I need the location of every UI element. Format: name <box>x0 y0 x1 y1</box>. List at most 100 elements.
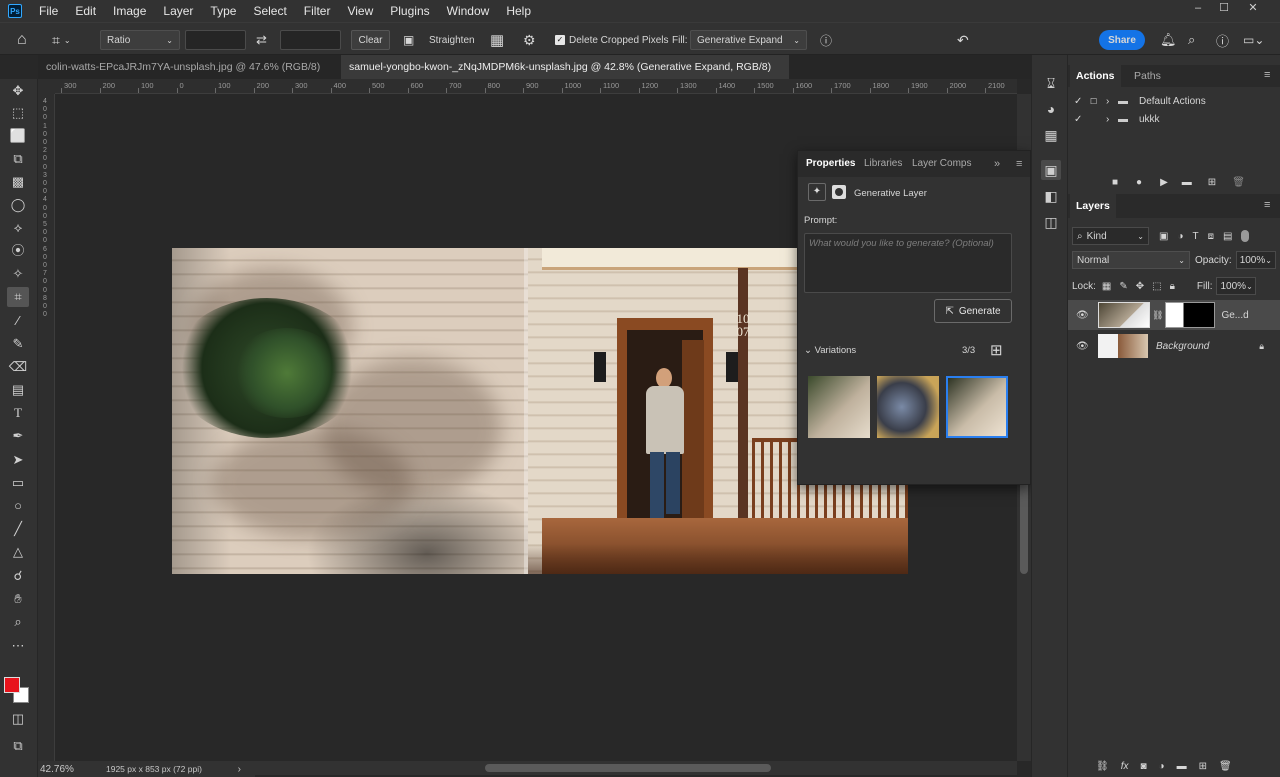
smudge-tool-icon[interactable]: ☌ <box>7 566 29 586</box>
home-icon[interactable]: ⌂ <box>17 30 27 50</box>
workspace-icon[interactable]: ▭⌄ <box>1243 30 1264 50</box>
new-action-icon[interactable]: ⊞ <box>1208 177 1216 188</box>
trash-icon[interactable]: 🗑︎ <box>1232 177 1245 188</box>
crop-tool-icon[interactable]: ⌗ <box>7 287 29 307</box>
libraries-icon[interactable]: ◧ <box>1041 186 1061 206</box>
layer-thumbnail[interactable] <box>1098 302 1150 328</box>
maximize-button[interactable]: ☐ <box>1211 0 1237 16</box>
layer-mask-thumbnail[interactable] <box>1165 302 1216 328</box>
tab-paths[interactable]: Paths <box>1134 70 1161 82</box>
eraser-tool-icon[interactable]: ⌫ <box>7 357 29 377</box>
history-icon[interactable]: ⌛︎ <box>1041 73 1061 93</box>
adjustment-layer-icon[interactable]: ◑ <box>1159 761 1165 772</box>
layer-name[interactable]: Background <box>1156 341 1209 352</box>
chevron-right-icon[interactable]: › <box>238 764 241 775</box>
tab-properties[interactable]: Properties <box>806 158 855 169</box>
zoom-tool-icon[interactable]: ⌕ <box>7 612 29 632</box>
move-tool-icon[interactable]: ✥ <box>7 81 29 101</box>
fill-input[interactable]: 100% ⌄ <box>1216 277 1257 295</box>
checkmark-icon[interactable]: ✓ <box>1074 114 1086 125</box>
fx-icon[interactable]: fx <box>1121 761 1129 772</box>
delete-cropped-checkbox[interactable]: ✓ Delete Cropped Pixels <box>555 30 669 50</box>
lasso-tool-icon[interactable]: ◯ <box>7 195 29 215</box>
marquee-tool-icon[interactable]: ⬜ <box>7 126 29 146</box>
variation-thumbnail-3[interactable] <box>946 376 1008 438</box>
lock-artboard-icon[interactable]: ⬚ <box>1152 281 1161 292</box>
variations-toggle[interactable]: ⌄ Variations <box>804 345 856 356</box>
layer-name[interactable]: Ge...d <box>1221 310 1248 321</box>
brush-tool-icon[interactable]: ✎ <box>7 334 29 354</box>
menu-filter[interactable]: Filter <box>295 0 339 22</box>
path-selection-icon[interactable]: ➤ <box>7 450 29 470</box>
prompt-input[interactable]: What would you like to generate? (Option… <box>804 233 1012 293</box>
link-layers-icon[interactable]: ⛓︎ <box>1096 761 1109 772</box>
crop-tool-preset-icon[interactable]: ⌗ ⌄ <box>52 30 71 50</box>
magic-wand-icon[interactable]: ✧ <box>7 264 29 284</box>
tab-colin-watts[interactable]: colin-watts-EPcaJRJm7YA-unsplash.jpg @ 4… <box>38 55 338 97</box>
mask-icon[interactable] <box>832 185 846 199</box>
foreground-color-swatch[interactable] <box>4 677 20 693</box>
add-mask-icon[interactable]: ◙ <box>1140 761 1146 772</box>
help-icon[interactable]: ⓘ <box>1216 30 1229 50</box>
smart-object-filter-icon[interactable]: ▤ <box>1223 231 1232 242</box>
new-group-icon[interactable]: ▬ <box>1177 761 1187 772</box>
screen-mode-icon[interactable]: ⧉ <box>7 736 29 756</box>
hand-tool-icon[interactable]: ✋︎ <box>7 589 29 609</box>
frame-tool-icon[interactable]: ▩ <box>7 172 29 192</box>
close-window-button[interactable]: ✕ <box>1240 0 1266 16</box>
straighten-label[interactable]: Straighten <box>429 30 475 50</box>
type-tool-icon[interactable]: T <box>7 403 29 423</box>
panel-menu-icon[interactable]: ≡ <box>1264 199 1270 211</box>
lock-all-icon[interactable]: 🔒︎ <box>1170 281 1175 292</box>
eyedropper-icon[interactable]: ⁄ <box>7 311 29 331</box>
artboard-tool-icon[interactable]: ⬚ <box>7 103 29 123</box>
checkmark-icon[interactable]: ✓ <box>1074 96 1086 107</box>
horizontal-scrollbar[interactable] <box>255 761 1017 775</box>
search-icon[interactable]: ⌕ <box>1188 30 1195 50</box>
menu-file[interactable]: File <box>30 0 66 22</box>
new-set-icon[interactable]: ▬ <box>1182 177 1192 188</box>
play-icon[interactable]: ▶ <box>1160 177 1168 188</box>
document-size[interactable]: 1925 px x 853 px (72 ppi) <box>106 764 202 774</box>
gear-icon[interactable]: ⚙ <box>523 30 536 50</box>
share-button[interactable]: Share <box>1099 30 1145 50</box>
notification-bell-icon[interactable]: 🔔︎ <box>1160 30 1177 50</box>
ratio-height-input[interactable] <box>280 30 341 50</box>
menu-type[interactable]: Type <box>201 0 244 22</box>
overlay-grid-icon[interactable]: ▦ <box>490 30 504 50</box>
info-icon[interactable]: ⓘ <box>820 30 832 50</box>
ellipse-tool-icon[interactable]: ○ <box>7 496 29 516</box>
polygonal-lasso-icon[interactable]: ⟡ <box>7 218 29 238</box>
chevron-right-icon[interactable]: › <box>1106 96 1116 107</box>
pixel-filter-icon[interactable]: ▣ <box>1159 231 1168 242</box>
layer-comps-icon[interactable]: ◫ <box>1041 212 1061 232</box>
action-set-row[interactable]: ✓ ☐ › ▬ Default Actions <box>1068 92 1280 110</box>
stop-icon[interactable]: ■ <box>1112 177 1118 188</box>
triangle-tool-icon[interactable]: △ <box>7 542 29 562</box>
scroll-thumb[interactable] <box>1020 474 1028 574</box>
menu-layer[interactable]: Layer <box>154 0 201 22</box>
fill-dropdown[interactable]: Generative Expand ⌄ <box>690 30 807 50</box>
filter-toggle-icon[interactable] <box>1241 230 1250 242</box>
shape-filter-icon[interactable]: ⧈ <box>1208 231 1214 242</box>
record-icon[interactable]: ● <box>1136 177 1142 188</box>
menu-window[interactable]: Window <box>438 0 498 22</box>
reset-icon[interactable]: ↶ <box>957 30 969 50</box>
menu-help[interactable]: Help <box>497 0 539 22</box>
object-selection-icon[interactable]: ⧉ <box>7 149 29 169</box>
minimize-button[interactable]: ‒ <box>1185 0 1211 16</box>
rectangle-tool-icon[interactable]: ▭ <box>7 473 29 493</box>
type-filter-icon[interactable]: T <box>1193 231 1199 242</box>
ratio-width-input[interactable] <box>185 30 246 50</box>
menu-view[interactable]: View <box>338 0 381 22</box>
eye-icon[interactable]: 👁︎ <box>1076 310 1090 321</box>
tab-samuel-yongbo-kwon[interactable]: samuel-yongbo-kwon-_zNqJMDPM6k-unsplash.… <box>341 55 789 97</box>
blend-mode-dropdown[interactable]: Normal ⌄ <box>1072 251 1190 269</box>
layer-row-generative[interactable]: 👁︎ ⛓︎ Ge...d <box>1068 300 1280 330</box>
link-icon[interactable]: ⛓︎ <box>1152 310 1163 321</box>
menu-edit[interactable]: Edit <box>66 0 104 22</box>
gradient-tool-icon[interactable]: ▤ <box>7 380 29 400</box>
menu-plugins[interactable]: Plugins <box>381 0 437 22</box>
chevron-right-icon[interactable]: › <box>1106 114 1116 125</box>
panel-menu-icon[interactable]: ≡ <box>1264 69 1270 81</box>
